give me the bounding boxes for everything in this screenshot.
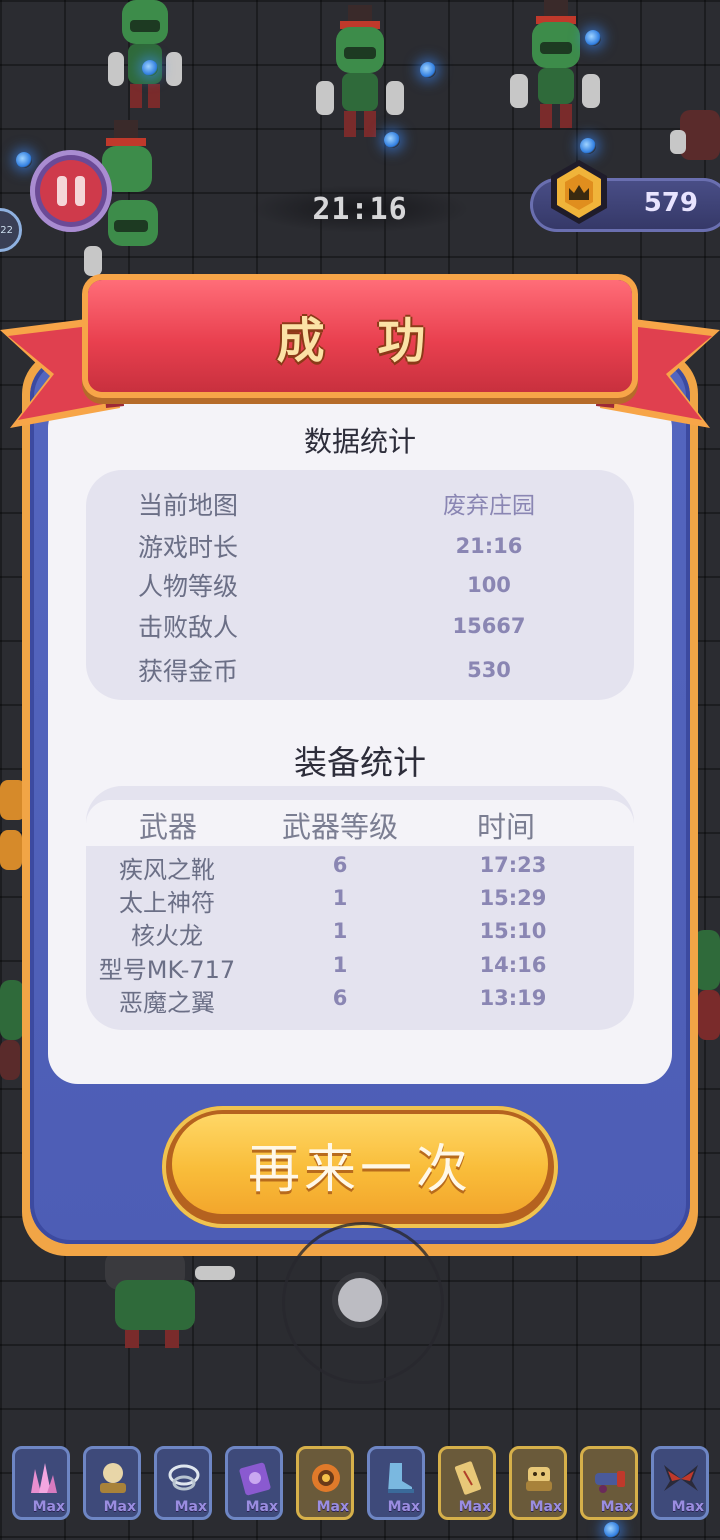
skill-max-label: Max xyxy=(387,1499,420,1515)
stat-label: 当前地图 xyxy=(138,491,239,520)
golem-icon xyxy=(526,1467,552,1491)
exp-orb xyxy=(142,60,158,76)
equip-name: 太上神符 xyxy=(119,889,215,917)
fire-ring-icon xyxy=(312,1464,340,1492)
zombie-sprite xyxy=(316,5,404,137)
stat-row: 获得金币 530 xyxy=(86,652,634,692)
stat-row: 人物等级 100 xyxy=(86,567,634,607)
exp-orb xyxy=(384,132,400,148)
stat-value: 100 xyxy=(467,573,511,597)
skill-max-label: Max xyxy=(174,1499,207,1515)
equipment-row: 核火龙 1 15:10 xyxy=(86,916,634,950)
skill-max-label: Max xyxy=(103,1499,136,1515)
game-timer: 21:16 xyxy=(250,185,470,233)
skill-max-label: Max xyxy=(671,1499,704,1515)
stat-value: 21:16 xyxy=(455,534,523,558)
skill-max-label: Max xyxy=(32,1499,65,1515)
stat-label: 获得金币 xyxy=(138,657,239,686)
skill-max-label: Max xyxy=(600,1499,633,1515)
coin-count: 579 xyxy=(643,188,698,218)
skill-max-label: Max xyxy=(316,1499,349,1515)
exp-orb xyxy=(16,152,32,168)
stat-label: 人物等级 xyxy=(138,572,239,601)
equipment-row: 型号MK-717 1 14:16 xyxy=(86,950,634,984)
stat-label: 游戏时长 xyxy=(138,533,239,562)
header-time: 时间 xyxy=(476,810,535,844)
equip-time: 15:29 xyxy=(479,886,547,910)
header-weapon: 武器 xyxy=(138,810,197,844)
stats-box: 当前地图 废弃庄园 游戏时长 21:16 人物等级 100 击败敌人 15667… xyxy=(86,470,634,700)
boot-icon xyxy=(388,1463,414,1493)
play-again-button[interactable]: 再来一次 xyxy=(162,1106,558,1228)
exp-orb xyxy=(580,138,596,154)
skill-slot-talisman: Max xyxy=(438,1446,496,1520)
exp-orb xyxy=(420,62,436,78)
equip-level: 1 xyxy=(332,919,348,943)
equip-level: 6 xyxy=(332,853,348,877)
skill-slot-chain: Max xyxy=(154,1446,212,1520)
exp-orb xyxy=(604,1522,620,1538)
equip-time: 13:19 xyxy=(479,986,547,1010)
equip-level: 1 xyxy=(332,953,348,977)
skill-max-label: Max xyxy=(529,1499,562,1515)
stat-row: 击败敌人 15667 xyxy=(86,608,634,648)
orb-stand-icon xyxy=(100,1463,126,1493)
equip-section-title: 装备统计 xyxy=(294,743,426,782)
joystick-knob[interactable] xyxy=(338,1278,382,1322)
exp-orb xyxy=(585,30,601,46)
skill-slot-wings: Max xyxy=(651,1446,709,1520)
equipment-row: 太上神符 1 15:29 xyxy=(86,883,634,917)
chain-icon xyxy=(168,1464,200,1491)
stat-value: 15667 xyxy=(452,614,526,638)
skill-slot-crystal: Max xyxy=(12,1446,70,1520)
side-badge-text: 22 xyxy=(0,224,13,236)
equip-level: 6 xyxy=(332,986,348,1010)
zombie-sprite xyxy=(108,0,182,108)
talisman-icon xyxy=(454,1461,482,1495)
skill-slot-launcher: Max xyxy=(580,1446,638,1520)
skill-slot-golem: Max xyxy=(509,1446,567,1520)
skill-slot-scroll: Max xyxy=(225,1446,283,1520)
stat-row: 当前地图 废弃庄园 xyxy=(86,486,634,526)
stat-value: 530 xyxy=(467,658,511,682)
skill-slot-fire-ring: Max xyxy=(296,1446,354,1520)
zombie-sprite xyxy=(510,0,600,128)
equip-time: 15:10 xyxy=(479,919,547,943)
zombie-sprite xyxy=(670,110,720,160)
equipment-row: 疾风之靴 6 17:23 xyxy=(86,850,634,884)
equip-name: 恶魔之翼 xyxy=(119,989,215,1017)
equipment-row: 恶魔之翼 6 13:19 xyxy=(86,983,634,1017)
stat-row: 游戏时长 21:16 xyxy=(86,528,634,568)
zombie-sprite xyxy=(105,1250,235,1348)
equip-name: 核火龙 xyxy=(131,922,203,950)
crown-coin-icon xyxy=(551,160,607,224)
header-weapon-level: 武器等级 xyxy=(281,810,398,844)
purple-scroll-icon xyxy=(239,1462,271,1496)
rocket-launcher-icon xyxy=(595,1471,625,1493)
equipment-table: 武器 武器等级 时间 疾风之靴 6 17:23 太上神符 1 15:29 核火龙… xyxy=(86,786,634,1030)
equip-name: 型号MK-717 xyxy=(98,956,236,984)
stat-value: 废弃庄园 xyxy=(443,493,535,519)
pause-button[interactable] xyxy=(30,150,112,232)
pause-icon xyxy=(40,160,102,222)
play-again-label: 再来一次 xyxy=(172,1114,548,1214)
demon-wings-icon xyxy=(664,1465,698,1491)
skill-slot-boot: Max xyxy=(367,1446,425,1520)
stats-section-title: 数据统计 xyxy=(303,425,416,458)
crystal-icon xyxy=(31,1463,57,1493)
skill-max-label: Max xyxy=(458,1499,491,1515)
equip-level: 1 xyxy=(332,886,348,910)
equip-time: 17:23 xyxy=(479,853,547,877)
stat-label: 击败敌人 xyxy=(138,613,239,642)
equip-time: 14:16 xyxy=(479,953,547,977)
equip-name: 疾风之靴 xyxy=(119,856,215,884)
skill-slot-orb: Max xyxy=(83,1446,141,1520)
skill-max-label: Max xyxy=(245,1499,278,1515)
result-title: 成 功 xyxy=(276,313,444,369)
